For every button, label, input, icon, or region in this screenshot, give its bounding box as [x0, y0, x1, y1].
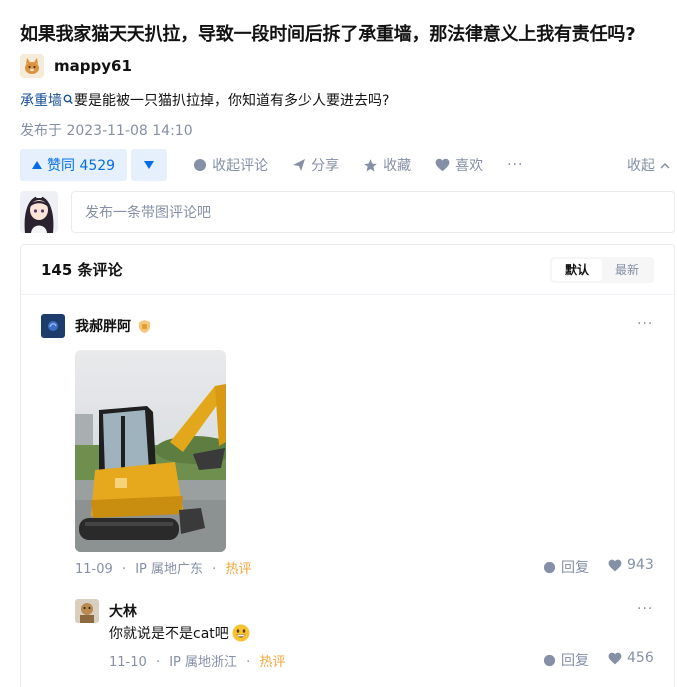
- comment-meta: 11-09 · IP 属地广东 · 热评: [75, 558, 251, 577]
- collapse-label: 收起: [627, 158, 655, 174]
- like-label: 喜欢: [455, 158, 484, 174]
- comment-like-button[interactable]: 943: [608, 557, 654, 573]
- caret-up-icon: [32, 161, 42, 169]
- search-icon: [63, 94, 73, 105]
- reply-button[interactable]: 回复: [543, 557, 589, 577]
- my-avatar[interactable]: [20, 191, 58, 233]
- comment-item: 我郝胖阿 ··· 11-09 · IP 属地广东 · 热评 回复 943: [41, 314, 656, 584]
- avatar-image: [75, 599, 99, 623]
- commenter-avatar[interactable]: [75, 599, 99, 623]
- comments-panel: 145 条评论 默认 最新 我郝胖阿 ··· 11-09 · IP 属地广东 ·…: [20, 244, 675, 687]
- meta-separator: ·: [121, 562, 127, 577]
- comment-ip: IP 属地广东: [135, 562, 204, 577]
- reply-button[interactable]: 回复: [543, 650, 589, 670]
- caret-down-icon: [144, 161, 155, 169]
- star-icon: [364, 158, 377, 171]
- heart-icon: [608, 559, 622, 571]
- comment-image[interactable]: [75, 350, 226, 552]
- collapse-comments-button[interactable]: 收起评论: [193, 155, 268, 175]
- action-bar: 赞同 4529 收起评论 分享 收藏 喜欢 ··· 收起: [20, 149, 670, 181]
- author-row: mappy61: [20, 54, 132, 78]
- comment-date: 11-10: [109, 655, 147, 670]
- hot-comment-tag: 热评: [259, 655, 286, 670]
- comment-reply-item: 大林 ··· 你就说是不是cat吧 11-10 · IP 属地浙江 · 热评 回…: [75, 599, 656, 679]
- comment-more-button[interactable]: ···: [637, 601, 653, 617]
- favorite-label: 收藏: [383, 158, 412, 174]
- shield-badge-icon: [138, 319, 151, 333]
- like-count: 456: [627, 650, 654, 666]
- heart-icon: [608, 652, 622, 664]
- author-avatar[interactable]: [20, 54, 44, 78]
- collapse-comments-label: 收起评论: [212, 158, 269, 174]
- anime-girl-avatar-icon: [20, 191, 58, 233]
- comment-text-row: 你就说是不是cat吧: [109, 623, 251, 643]
- comment-ip: IP 属地浙江: [169, 655, 238, 670]
- comments-sort-toggle: 默认 最新: [549, 256, 654, 283]
- publish-date: 发布于 2023-11-08 14:10: [20, 123, 193, 139]
- commenter-name[interactable]: 大林: [109, 601, 137, 621]
- comment-like-button[interactable]: 456: [608, 650, 654, 666]
- commenter-name-row: 大林: [109, 601, 137, 621]
- meta-separator: ·: [246, 655, 251, 670]
- share-icon: [293, 159, 306, 171]
- hot-comment-tag: 热评: [225, 562, 252, 577]
- comment-text: 你就说是不是cat吧: [109, 626, 229, 642]
- collapse-answer-button[interactable]: 收起: [627, 155, 670, 175]
- comments-count: 145 条评论: [41, 261, 123, 279]
- reply-label: 回复: [561, 560, 589, 576]
- meta-separator: ·: [212, 562, 217, 577]
- excerpt-keyword-link[interactable]: 承重墙: [20, 93, 62, 109]
- commenter-name-row: 我郝胖阿: [75, 316, 152, 336]
- comment-icon: [543, 654, 556, 666]
- comments-header: 145 条评论 默认 最新: [21, 245, 674, 295]
- vote-up-label: 赞同 4529: [47, 158, 116, 174]
- vote-down-button[interactable]: [131, 149, 168, 181]
- sort-latest-tab[interactable]: 最新: [602, 259, 652, 281]
- question-title[interactable]: 如果我家猫天天扒拉，导致一段时间后拆了承重墙，那法律意义上我有责任吗?: [20, 20, 636, 46]
- comment-more-button[interactable]: ···: [637, 316, 653, 332]
- question-excerpt: 承重墙 要是能被一只猫扒拉掉，你知道有多少人要进去吗?: [20, 90, 389, 110]
- share-label: 分享: [311, 158, 340, 174]
- meta-separator: ·: [155, 655, 161, 670]
- like-count: 943: [627, 557, 654, 573]
- favorite-button[interactable]: 收藏: [363, 155, 411, 175]
- excavator-photo: [75, 350, 226, 552]
- comment-icon: [194, 159, 207, 171]
- reply-label: 回复: [561, 653, 589, 669]
- excerpt-text: 要是能被一只猫扒拉掉，你知道有多少人要进去吗?: [74, 93, 390, 109]
- emoji-icon: [232, 624, 250, 642]
- heart-icon: [435, 158, 450, 172]
- comment-meta: 11-10 · IP 属地浙江 · 热评: [109, 651, 285, 670]
- more-actions-button[interactable]: ···: [507, 157, 523, 173]
- comment-compose: 发布一条带图评论吧: [20, 190, 675, 234]
- share-button[interactable]: 分享: [292, 155, 339, 175]
- chevron-up-icon: [660, 162, 670, 169]
- commenter-name[interactable]: 我郝胖阿: [75, 316, 131, 336]
- cat-avatar-icon: [25, 58, 39, 74]
- sort-default-tab[interactable]: 默认: [551, 258, 602, 281]
- comment-input[interactable]: 发布一条带图评论吧: [71, 191, 675, 233]
- author-name[interactable]: mappy61: [54, 57, 132, 75]
- comment-date: 11-09: [75, 562, 113, 577]
- avatar-image: [41, 314, 65, 338]
- like-button[interactable]: 喜欢: [435, 155, 483, 175]
- vote-up-button[interactable]: 赞同 4529: [20, 149, 128, 181]
- comment-icon: [543, 561, 556, 573]
- commenter-avatar[interactable]: [41, 314, 65, 338]
